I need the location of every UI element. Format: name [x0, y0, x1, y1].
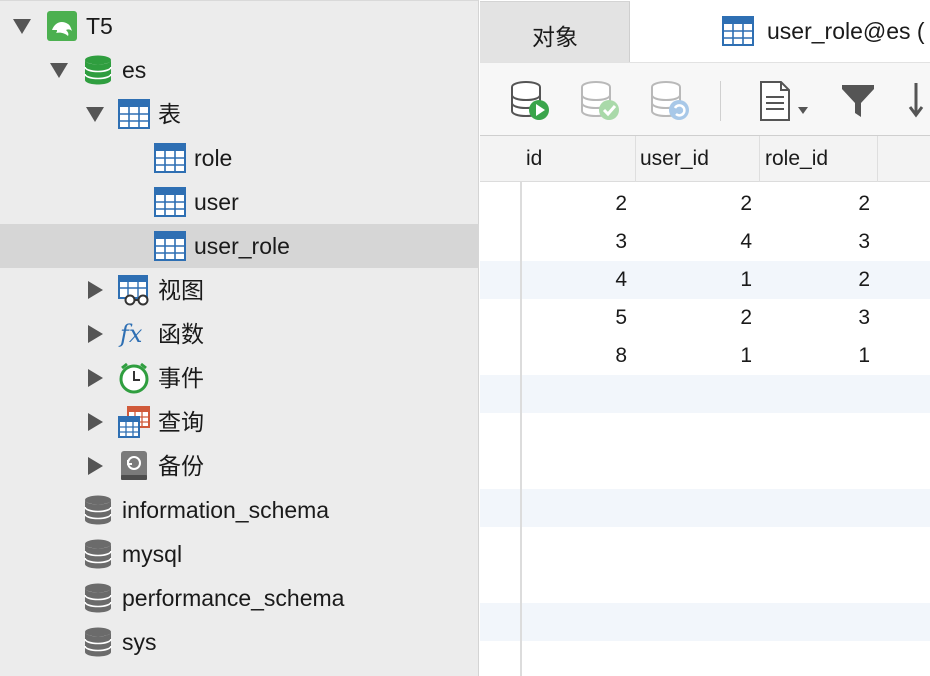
toolbar-separator	[720, 81, 721, 121]
cell-user-id[interactable]: 1	[634, 337, 752, 375]
sort-icon[interactable]	[906, 79, 930, 123]
tables-group-label: 表	[158, 101, 181, 127]
tree-node-table-user-role[interactable]: user_role	[0, 224, 479, 268]
text-view-icon[interactable]	[756, 79, 812, 123]
table-row[interactable]: 8 1 1	[480, 337, 930, 375]
table-label: user	[194, 189, 239, 215]
database-label: mysql	[122, 541, 183, 567]
table-row[interactable]: 4 1 2	[480, 261, 930, 299]
cell-role-id[interactable]: 2	[759, 261, 870, 299]
cell-user-id[interactable]: 2	[634, 185, 752, 223]
table-icon	[722, 16, 754, 46]
table-label: user_role	[194, 233, 290, 259]
backups-label: 备份	[158, 453, 204, 479]
tree-node-tables-group[interactable]: 表	[0, 92, 479, 136]
database-icon	[84, 495, 112, 525]
cell-user-id[interactable]: 2	[634, 299, 752, 337]
toolbar	[480, 62, 930, 136]
cell-id[interactable]: 5	[520, 299, 627, 337]
table-icon	[154, 187, 186, 217]
cell-user-id[interactable]: 4	[634, 223, 752, 261]
view-icon	[118, 275, 149, 306]
events-label: 事件	[158, 365, 204, 391]
database-icon	[84, 539, 112, 569]
rollback-icon[interactable]	[648, 79, 692, 123]
expand-arrow-icon[interactable]	[88, 413, 103, 431]
filter-icon[interactable]	[838, 79, 882, 123]
database-icon	[84, 583, 112, 613]
navigator-sidebar: T5 es 表 role user user_role 视图 fx 函数 事件 …	[0, 0, 479, 676]
row-indicator-column	[520, 182, 522, 676]
expand-arrow-icon[interactable]	[88, 325, 103, 343]
cell-role-id[interactable]: 3	[759, 223, 870, 261]
cell-id[interactable]: 4	[520, 261, 627, 299]
table-icon	[154, 143, 186, 173]
commit-icon[interactable]	[578, 79, 622, 123]
tree-node-connection[interactable]: T5	[0, 4, 479, 48]
database-label: performance_schema	[122, 585, 345, 611]
cell-role-id[interactable]: 2	[759, 185, 870, 223]
column-header-id[interactable]: id	[520, 136, 636, 182]
query-icon	[118, 406, 150, 438]
data-grid: id user_id role_id 2 2 2 3 4 3 4 1 2 5 2…	[480, 136, 930, 676]
tab-objects[interactable]: 对象	[480, 1, 630, 62]
tree-node-database[interactable]: mysql	[0, 532, 479, 576]
empty-row	[480, 603, 930, 641]
svg-text:fx: fx	[118, 320, 143, 348]
tree-node-database[interactable]: sys	[0, 620, 479, 664]
tab-bar: 对象 user_role@es (	[480, 0, 930, 62]
database-label: es	[122, 57, 147, 83]
cell-id[interactable]: 2	[520, 185, 627, 223]
tree-node-database[interactable]: information_schema	[0, 488, 479, 532]
tree-node-events[interactable]: 事件	[0, 356, 479, 400]
tree-node-table-role[interactable]: role	[0, 136, 479, 180]
collapse-arrow-icon[interactable]	[50, 63, 68, 78]
tree-node-database-es[interactable]: es	[0, 48, 479, 92]
expand-arrow-icon[interactable]	[88, 457, 103, 475]
cell-role-id[interactable]: 1	[759, 337, 870, 375]
column-header-role-id[interactable]: role_id	[759, 136, 878, 182]
cell-id[interactable]: 3	[520, 223, 627, 261]
table-row[interactable]: 2 2 2	[480, 185, 930, 223]
begin-transaction-icon[interactable]	[508, 79, 552, 123]
expand-arrow-icon[interactable]	[88, 281, 103, 299]
grid-header: id user_id role_id	[480, 136, 930, 182]
empty-row	[480, 489, 930, 527]
tree-node-functions[interactable]: fx 函数	[0, 312, 479, 356]
tree-node-queries[interactable]: 查询	[0, 400, 479, 444]
tree-node-table-user[interactable]: user	[0, 180, 479, 224]
table-label: role	[194, 145, 233, 171]
function-icon: fx	[118, 320, 143, 348]
database-active-icon	[84, 55, 112, 85]
table-row[interactable]: 3 4 3	[480, 223, 930, 261]
queries-label: 查询	[158, 409, 204, 435]
database-icon	[84, 627, 112, 657]
cell-user-id[interactable]: 1	[634, 261, 752, 299]
collapse-arrow-icon[interactable]	[13, 19, 31, 34]
expand-arrow-icon[interactable]	[88, 369, 103, 387]
views-label: 视图	[158, 277, 204, 303]
collapse-arrow-icon[interactable]	[86, 107, 104, 122]
empty-row	[480, 375, 930, 413]
column-header-user-id[interactable]: user_id	[634, 136, 760, 182]
cell-role-id[interactable]: 3	[759, 299, 870, 337]
tab-objects-label: 对象	[532, 24, 578, 50]
tree-node-views[interactable]: 视图	[0, 268, 479, 312]
tab-user-role[interactable]: user_role@es (	[630, 0, 930, 62]
mysql-connection-icon	[47, 11, 77, 41]
tab-user-role-label: user_role@es (	[767, 18, 925, 44]
cell-id[interactable]: 8	[520, 337, 627, 375]
database-label: sys	[122, 629, 157, 655]
table-icon	[154, 231, 186, 261]
connection-label: T5	[86, 13, 113, 39]
tree-node-database[interactable]: performance_schema	[0, 576, 479, 620]
event-clock-icon	[119, 362, 149, 394]
tree-node-backups[interactable]: 备份	[0, 444, 479, 488]
table-icon	[118, 99, 150, 129]
functions-label: 函数	[158, 321, 204, 347]
backup-icon	[121, 451, 147, 480]
database-label: information_schema	[122, 497, 330, 523]
table-row[interactable]: 5 2 3	[480, 299, 930, 337]
